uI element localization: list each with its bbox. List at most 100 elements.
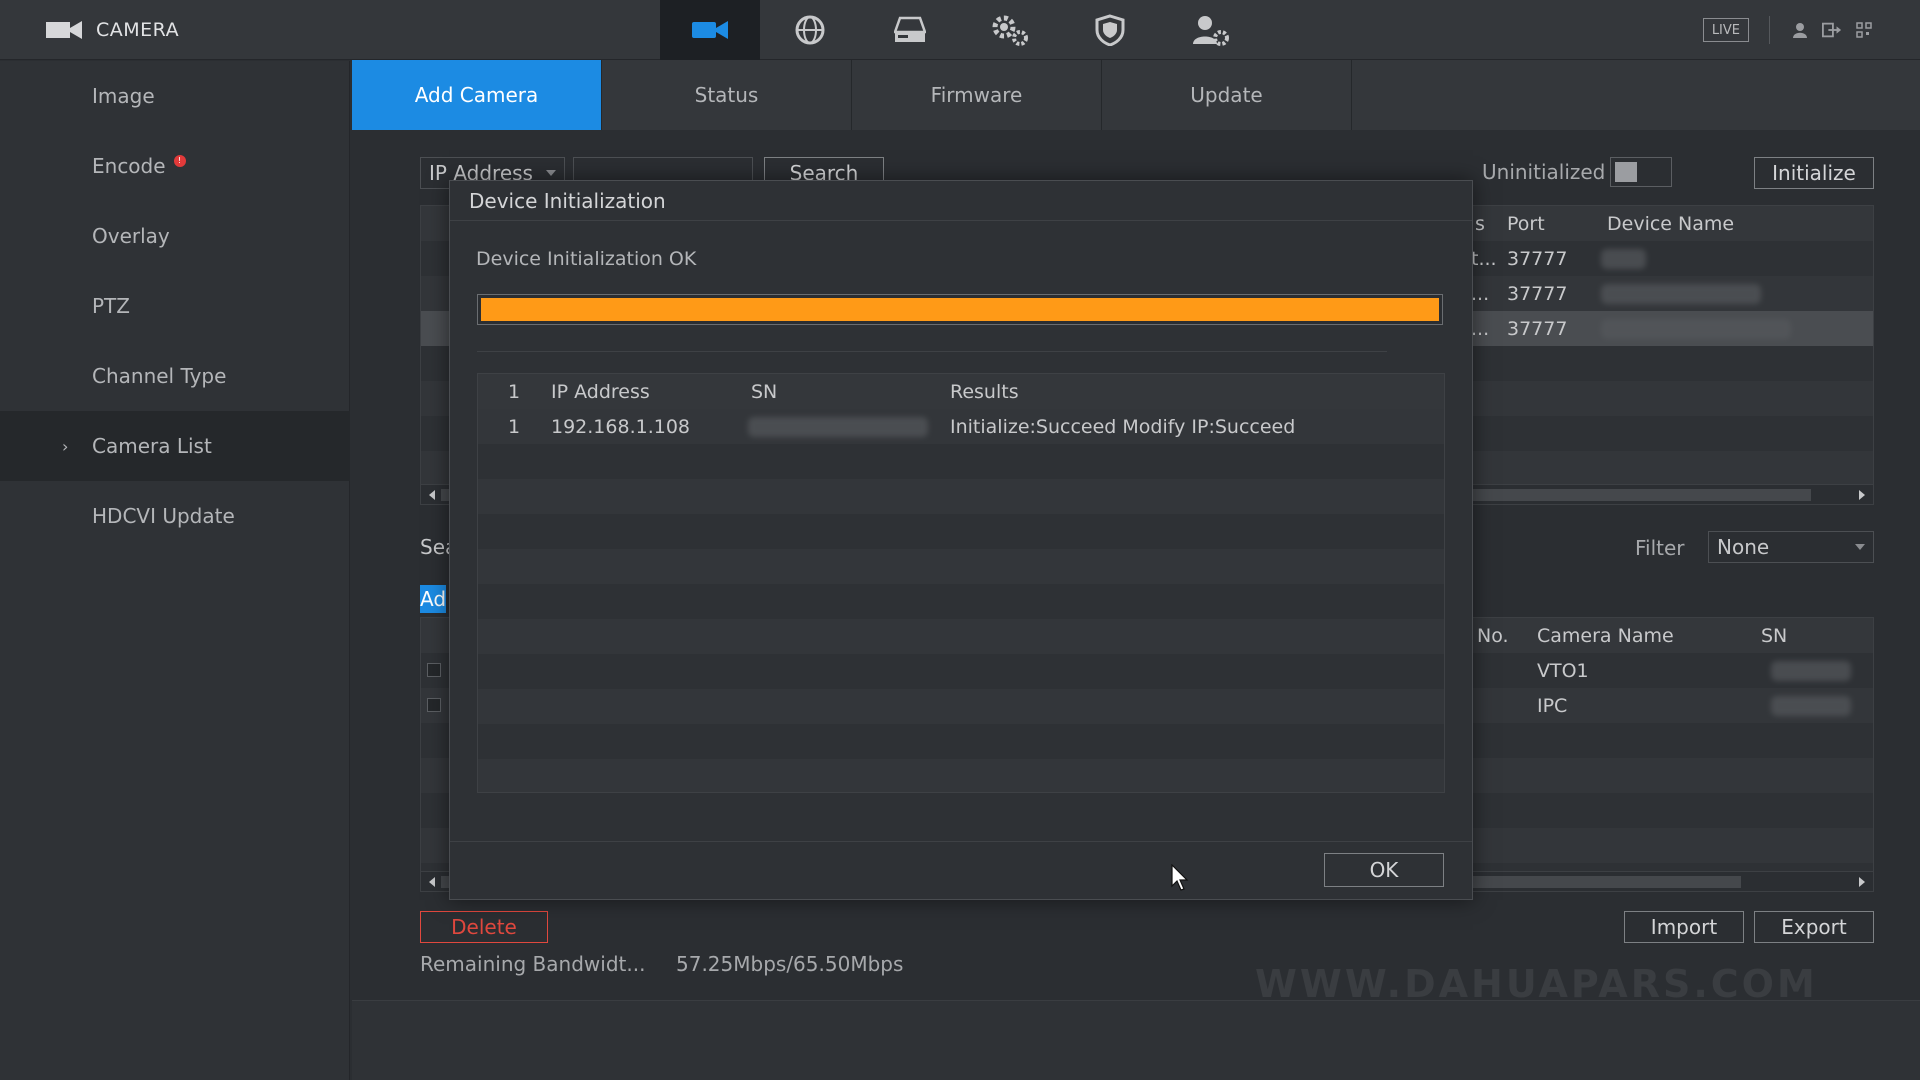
redacted-device-name xyxy=(1601,319,1791,339)
ok-button[interactable]: OK xyxy=(1324,853,1444,887)
initialize-button[interactable]: Initialize xyxy=(1754,157,1874,189)
sidebar-item-label: Camera List xyxy=(92,434,212,458)
top-nav xyxy=(660,0,1260,60)
filter-label: Filter xyxy=(1635,536,1685,560)
sidebar-item-label: Channel Type xyxy=(92,364,227,388)
account-nav-button[interactable] xyxy=(1160,0,1260,60)
result-table: 1 IP Address SN Results 1 192.168.1.108 … xyxy=(477,373,1445,793)
column-header-camera-name: Camera Name xyxy=(1537,624,1674,647)
cell-camera-name: VTO1 xyxy=(1537,659,1589,682)
import-button[interactable]: Import xyxy=(1624,911,1744,943)
sidebar-item-label: HDCVI Update xyxy=(92,504,235,528)
redacted-device-name xyxy=(1601,284,1761,304)
cell-port: 37777 xyxy=(1507,317,1568,340)
scroll-right-icon[interactable] xyxy=(1859,490,1865,500)
table-header: 1 IP Address SN Results xyxy=(478,374,1444,409)
redacted-sn xyxy=(748,417,928,437)
tab-firmware[interactable]: Firmware xyxy=(852,60,1102,130)
sidebar-item-image[interactable]: Image xyxy=(0,61,350,131)
uninitialized-toggle[interactable] xyxy=(1610,157,1672,187)
logout-button[interactable] xyxy=(1822,20,1842,40)
user-button[interactable] xyxy=(1790,20,1810,40)
column-header-port: Port xyxy=(1507,212,1545,235)
watermark: WWW.DAHUAPARS.COM xyxy=(1255,962,1818,1006)
table-row xyxy=(478,514,1444,549)
sidebar-item-label: Overlay xyxy=(92,224,170,248)
cell-no: 1 xyxy=(508,415,521,438)
cell-truncated: ... xyxy=(1471,282,1490,305)
security-icon xyxy=(1095,14,1125,46)
uninitialized-label: Uninitialized xyxy=(1482,160,1606,184)
sidebar-item-ptz[interactable]: PTZ xyxy=(0,271,350,341)
mouse-cursor-icon xyxy=(1171,864,1189,891)
scroll-left-icon[interactable] xyxy=(429,490,435,500)
filter-select[interactable]: None xyxy=(1708,531,1874,563)
alert-badge: ! xyxy=(173,155,186,167)
sidebar-item-encode[interactable]: Encode ! xyxy=(0,131,350,201)
row-checkbox[interactable] xyxy=(427,698,441,712)
qr-icon xyxy=(1856,22,1872,38)
app-title-label: CAMERA xyxy=(96,19,180,41)
chevron-right-icon: › xyxy=(62,436,69,456)
add-button-partial[interactable]: Ad xyxy=(420,585,446,613)
tab-status[interactable]: Status xyxy=(602,60,852,130)
progress-bar xyxy=(477,294,1443,325)
column-header-sn: SN xyxy=(1761,624,1788,647)
table-row xyxy=(478,654,1444,689)
security-nav-button[interactable] xyxy=(1060,0,1160,60)
storage-icon xyxy=(894,16,926,42)
table-row xyxy=(478,619,1444,654)
camera-app-icon xyxy=(46,21,82,39)
sidebar-item-overlay[interactable]: Overlay xyxy=(0,201,350,271)
bandwidth-label: Remaining Bandwidt... xyxy=(420,952,646,976)
sidebar-item-hdcvi-update[interactable]: HDCVI Update xyxy=(0,481,350,551)
qr-button[interactable] xyxy=(1854,20,1874,40)
progress-fill xyxy=(481,298,1439,321)
tab-bar-filler xyxy=(1352,60,1920,130)
table-row xyxy=(478,549,1444,584)
account-icon xyxy=(1193,16,1229,46)
column-header-ip: IP Address xyxy=(551,380,650,403)
delete-button[interactable]: Delete xyxy=(420,911,548,943)
app-title: CAMERA xyxy=(46,0,179,60)
live-button[interactable]: LIVE xyxy=(1702,18,1749,42)
divider xyxy=(1769,16,1770,44)
network-icon xyxy=(795,15,825,45)
table-row xyxy=(478,689,1444,724)
sidebar-item-channel-type[interactable]: Channel Type xyxy=(0,341,350,411)
sidebar: Image Encode ! Overlay PTZ Channel Type … xyxy=(0,61,350,1080)
sidebar-item-label: Image xyxy=(92,84,155,108)
dialog-title: Device Initialization xyxy=(450,181,1472,221)
bottom-strip xyxy=(352,1000,1920,1080)
tab-add-camera[interactable]: Add Camera xyxy=(352,60,602,130)
row-checkbox[interactable] xyxy=(427,663,441,677)
sidebar-item-label: PTZ xyxy=(92,294,130,318)
camera-icon xyxy=(692,21,728,39)
table-row xyxy=(478,724,1444,759)
cell-truncated: ... xyxy=(1471,317,1490,340)
cell-port: 37777 xyxy=(1507,282,1568,305)
filter-value: None xyxy=(1717,535,1770,559)
tab-update[interactable]: Update xyxy=(1102,60,1352,130)
cell-port: 37777 xyxy=(1507,247,1568,270)
cell-results: Initialize:Succeed Modify IP:Succeed xyxy=(950,415,1296,438)
network-nav-button[interactable] xyxy=(760,0,860,60)
dialog-status-text: Device Initialization OK xyxy=(476,248,697,270)
table-row[interactable]: 1 192.168.1.108 Initialize:Succeed Modif… xyxy=(478,409,1444,444)
storage-nav-button[interactable] xyxy=(860,0,960,60)
system-nav-button[interactable] xyxy=(960,0,1060,60)
column-header-no: 1 xyxy=(508,380,521,403)
table-row xyxy=(478,479,1444,514)
table-row xyxy=(478,444,1444,479)
sidebar-item-camera-list[interactable]: › Camera List xyxy=(0,411,350,481)
column-header-results: Results xyxy=(950,380,1019,403)
bandwidth-value: 57.25Mbps/65.50Mbps xyxy=(676,952,904,976)
export-button[interactable]: Export xyxy=(1754,911,1874,943)
top-bar: CAMERA LIVE xyxy=(0,0,1920,60)
camera-nav-button[interactable] xyxy=(660,0,760,60)
redacted-device-name xyxy=(1601,249,1646,269)
scroll-right-icon[interactable] xyxy=(1859,877,1865,887)
dialog-footer-divider xyxy=(450,841,1472,842)
scroll-left-icon[interactable] xyxy=(429,877,435,887)
cell-ip: 192.168.1.108 xyxy=(551,415,691,438)
